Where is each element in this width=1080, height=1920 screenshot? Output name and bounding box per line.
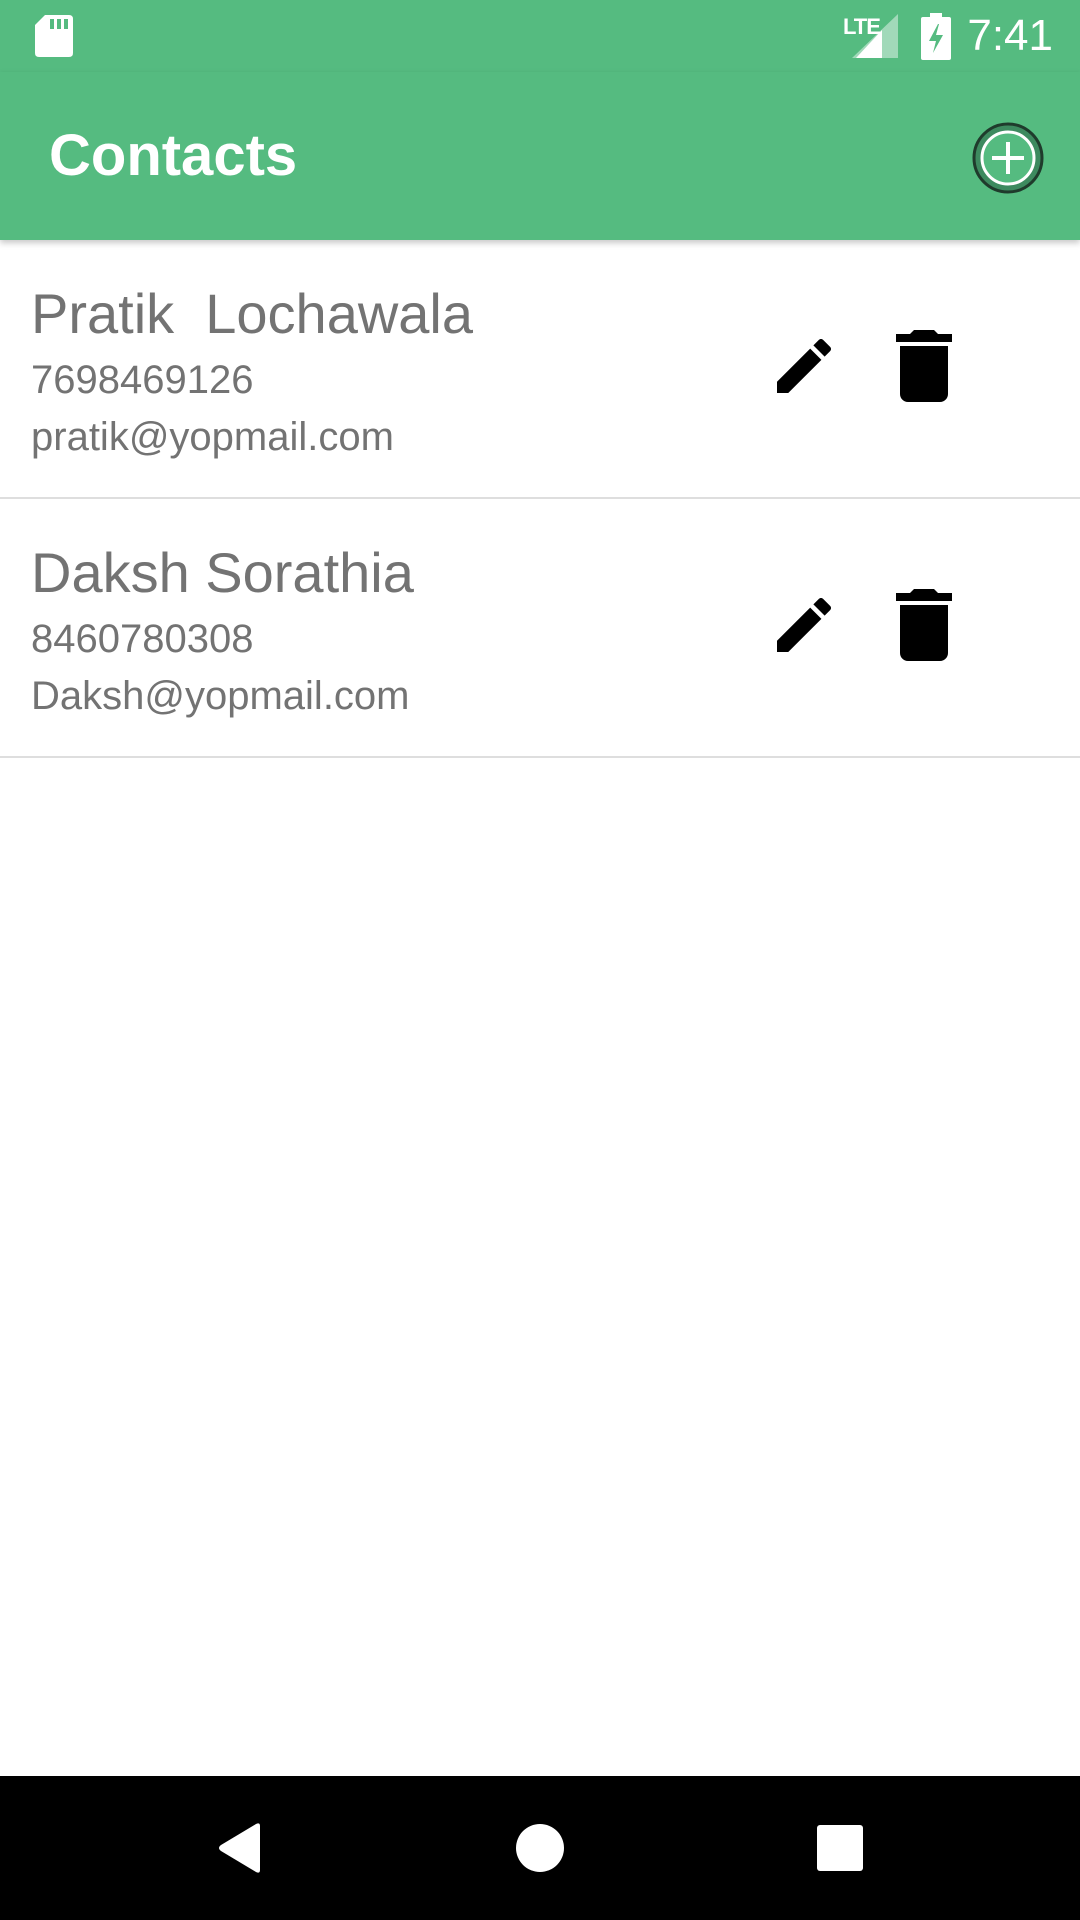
contact-phone: 7698469126 bbox=[31, 358, 254, 402]
contact-email: Daksh@yopmail.com bbox=[31, 674, 410, 718]
contact-phone: 8460780308 bbox=[31, 617, 254, 661]
home-button[interactable] bbox=[470, 1776, 610, 1920]
contact-email: pratik@yopmail.com bbox=[31, 415, 394, 459]
edit-button[interactable] bbox=[768, 330, 840, 402]
contact-name: Pratik Lochawala bbox=[31, 282, 474, 345]
back-icon bbox=[219, 1823, 260, 1873]
navigation-bar bbox=[0, 1776, 1080, 1920]
status-time: 7:41 bbox=[967, 11, 1053, 60]
lte-signal-icon bbox=[852, 14, 898, 58]
edit-button[interactable] bbox=[768, 589, 840, 661]
edit-icon bbox=[777, 597, 832, 652]
delete-icon bbox=[896, 589, 952, 661]
home-icon bbox=[516, 1824, 564, 1872]
contact-row[interactable]: Daksh Sorathia 8460780308 Daksh@yopmail.… bbox=[0, 499, 1080, 758]
back-button[interactable] bbox=[170, 1776, 310, 1920]
battery-charging-icon bbox=[921, 13, 951, 60]
recents-icon bbox=[817, 1825, 863, 1871]
add-contact-button[interactable] bbox=[970, 120, 1046, 196]
delete-button[interactable] bbox=[894, 589, 954, 661]
status-bar: LTE 7:41 bbox=[0, 0, 1080, 72]
page-title: Contacts bbox=[49, 123, 298, 188]
app-bar: Contacts bbox=[0, 72, 1080, 240]
sd-card-icon bbox=[35, 15, 73, 57]
recents-button[interactable] bbox=[770, 1776, 910, 1920]
add-circle-icon bbox=[972, 122, 1044, 194]
delete-button[interactable] bbox=[894, 330, 954, 402]
contact-name: Daksh Sorathia bbox=[31, 541, 414, 604]
contact-list: Pratik Lochawala 7698469126 pratik@yopma… bbox=[0, 240, 1080, 758]
contact-row[interactable]: Pratik Lochawala 7698469126 pratik@yopma… bbox=[0, 240, 1080, 499]
edit-icon bbox=[777, 338, 832, 393]
delete-icon bbox=[896, 330, 952, 402]
